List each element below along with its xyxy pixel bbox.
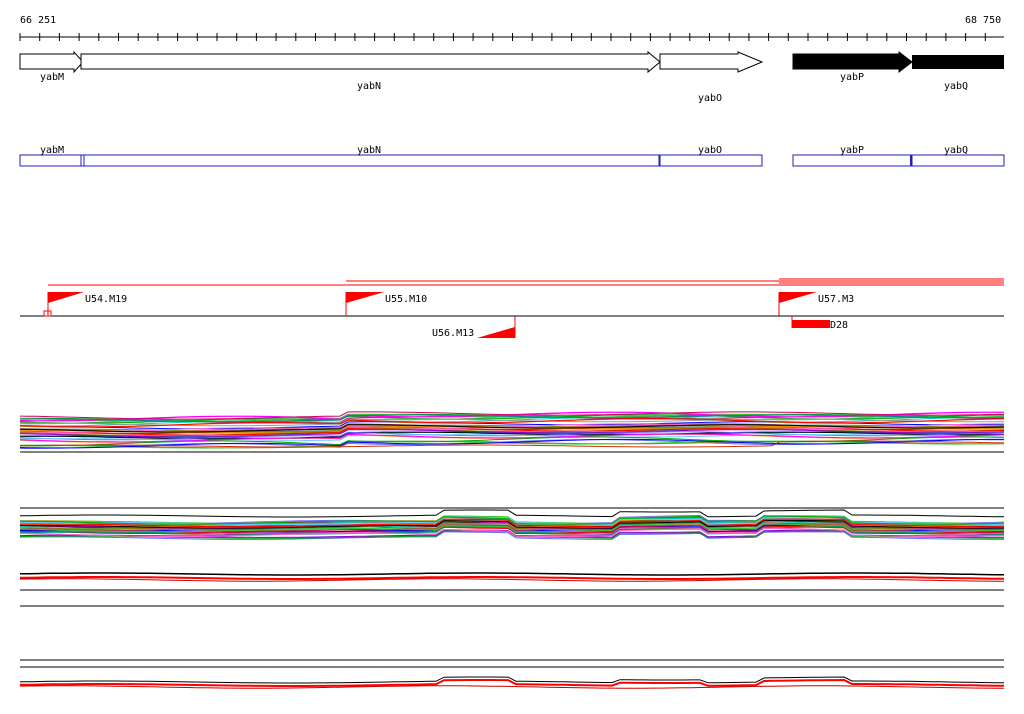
annotation-label-yabQ: yabQ — [944, 145, 968, 156]
expression-track-b — [19, 507, 1005, 540]
annotation-box-yabN[interactable] — [83, 154, 660, 167]
promoter-U55.M10[interactable]: U55.M10 — [345, 292, 427, 316]
annotation-track — [19, 154, 1005, 167]
expression-line — [19, 572, 1005, 576]
gene-label-yabP: yabP — [840, 72, 864, 83]
annotation-label-yabP: yabP — [840, 145, 864, 156]
gene-arrow-yabP[interactable] — [792, 50, 913, 74]
gene-arrow-yabO[interactable] — [659, 51, 764, 73]
transcript-track: U54.M19 U55.M10 U56.M13 U57.M3 D28 — [20, 278, 1004, 339]
ruler-end-label: 68 750 — [965, 15, 1001, 26]
expression-line — [19, 509, 1005, 518]
terminator-label: D28 — [830, 320, 848, 331]
terminator-D28[interactable]: D28 — [791, 316, 848, 331]
promoter-label: U54.M19 — [85, 294, 127, 305]
promoter-label: U56.M13 — [432, 328, 474, 339]
promoter-label: U55.M10 — [385, 294, 427, 305]
gene-arrow-yabN[interactable] — [80, 50, 661, 74]
promoter-label: U57.M3 — [818, 294, 854, 305]
promoter-U56.M13[interactable]: U56.M13 — [432, 316, 516, 339]
promoter-U54.M19[interactable]: U54.M19 — [43, 292, 127, 317]
annotation-label-yabN: yabN — [357, 145, 381, 156]
expression-track-c — [19, 572, 1005, 607]
ruler-start-label: 66 251 — [20, 15, 56, 26]
gene-label-yabO: yabO — [698, 93, 722, 104]
gene-track: yabM yabN yabO yabP yabQ — [19, 50, 1004, 104]
expression-line — [19, 578, 1004, 582]
gene-label-yabN: yabN — [357, 81, 381, 92]
gene-label-yabQ: yabQ — [944, 81, 968, 92]
annotation-label-yabM: yabM — [40, 145, 64, 156]
expression-line — [19, 685, 1004, 689]
annotation-box-yabQ[interactable] — [911, 154, 1005, 167]
expression-track-d — [19, 659, 1005, 689]
coordinate-ruler: 66 251 68 750 — [19, 15, 1004, 41]
promoter-U57.M3[interactable]: U57.M3 — [778, 292, 854, 316]
annotation-box-yabM[interactable] — [19, 154, 82, 167]
annotation-box-yabP[interactable] — [792, 154, 912, 167]
annotation-labels: yabM yabN yabO yabP yabQ — [40, 145, 968, 156]
annotation-label-yabO: yabO — [698, 145, 722, 156]
gene-arrow-yabQ[interactable] — [912, 55, 1004, 69]
gene-label-yabM: yabM — [40, 72, 64, 83]
gene-arrow-yabM[interactable] — [19, 50, 84, 74]
expression-track-a — [19, 411, 1005, 453]
genome-browser-canvas: 66 251 68 750 yabM yabN yabO yabP yabQ y… — [19, 15, 1005, 689]
annotation-box-yabO[interactable] — [659, 154, 763, 167]
